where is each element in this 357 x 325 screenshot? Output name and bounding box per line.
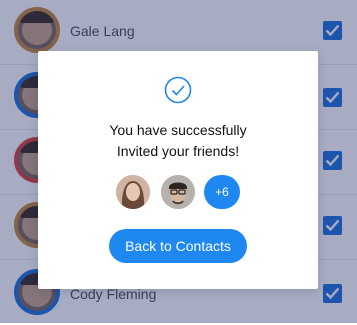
invited-avatars: +6 (116, 175, 240, 209)
success-message: You have successfully Invited your frien… (38, 120, 318, 162)
success-message-line1: You have successfully (109, 122, 247, 138)
success-modal: You have successfully Invited your frien… (38, 51, 318, 289)
invited-avatar (161, 175, 195, 209)
back-to-contacts-button[interactable]: Back to Contacts (109, 229, 247, 263)
check-circle-icon (164, 76, 192, 104)
success-message-line2: Invited your friends! (116, 143, 240, 159)
invited-avatar (116, 175, 150, 209)
more-invited-count[interactable]: +6 (204, 175, 240, 209)
